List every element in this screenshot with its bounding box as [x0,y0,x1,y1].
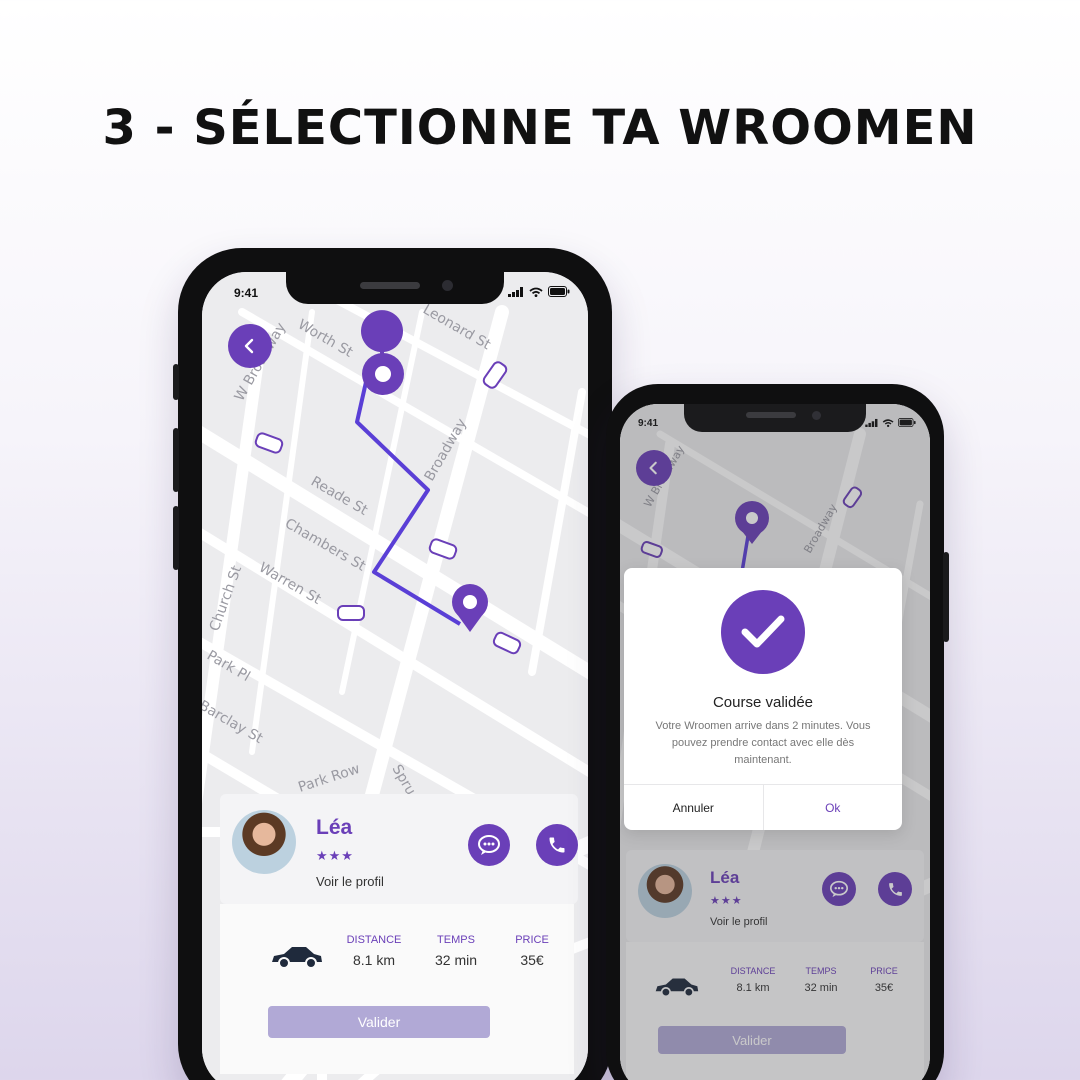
success-badge [721,590,805,674]
screen: W Broadway Broadway 9: [620,404,930,1080]
speaker [360,282,420,289]
price-stat: PRICE 35€ [508,934,556,968]
ok-button[interactable]: Ok [764,785,903,830]
chat-icon [478,835,500,855]
phone-main: W Broadway Worth St Leonard St Broadway … [173,248,612,1080]
chat-button[interactable] [468,824,510,866]
price-label: PRICE [515,934,549,946]
distance-value: 8.1 km [352,952,395,968]
front-camera [442,280,453,291]
headline: 3 - SÉLECTIONNE TA WROOMEN [102,100,978,156]
screen: W Broadway Worth St Leonard St Broadway … [202,272,588,1080]
view-profile-link[interactable]: Voir le profil [316,874,384,889]
validate-button[interactable]: Valider [268,1006,490,1038]
confirmation-dialog: Course validée Votre Wroomen arrive dans… [624,568,902,830]
wifi-icon [529,287,543,297]
driver-card: Léa ★★★ Voir le profil DISTANCE 8.1 km T… [202,794,588,1074]
driver-rating: ★★★ [316,848,354,863]
back-button[interactable] [228,324,272,368]
mute-switch [173,364,179,400]
dialog-actions: Annuler Ok [624,784,902,830]
trip-summary: DISTANCE 8.1 km TEMPS 32 min PRICE 35€ V… [220,904,574,1074]
driver-name: Léa [316,816,353,839]
time-label: TEMPS [437,934,475,946]
power-button [943,552,949,642]
distance-stat: DISTANCE 8.1 km [338,934,410,968]
cancel-button[interactable]: Annuler [624,785,764,830]
status-icons [508,286,570,297]
avatar[interactable] [232,810,296,874]
volume-down-button [173,506,179,570]
price-value: 35€ [520,952,544,968]
phone-icon [549,837,565,853]
car-icon [337,605,365,621]
call-button[interactable] [536,824,578,866]
car-icon [272,947,322,969]
time-stat: TEMPS 32 min [424,934,488,968]
distance-label: DISTANCE [346,934,402,946]
signal-icon [508,286,523,297]
dialog-message: Votre Wroomen arrive dans 2 minutes. Vou… [655,720,871,766]
driver-profile-row: Léa ★★★ Voir le profil [220,794,578,904]
status-time: 9:41 [234,286,259,300]
phone-secondary: W Broadway Broadway 9: [606,384,949,1080]
battery-icon [548,286,570,297]
checkmark-icon [741,615,785,648]
dialog-title: Course validée [712,694,814,711]
time-value: 32 min [434,952,478,968]
volume-up-button [173,428,179,492]
back-arrow-icon [244,338,254,354]
notch [286,272,504,304]
